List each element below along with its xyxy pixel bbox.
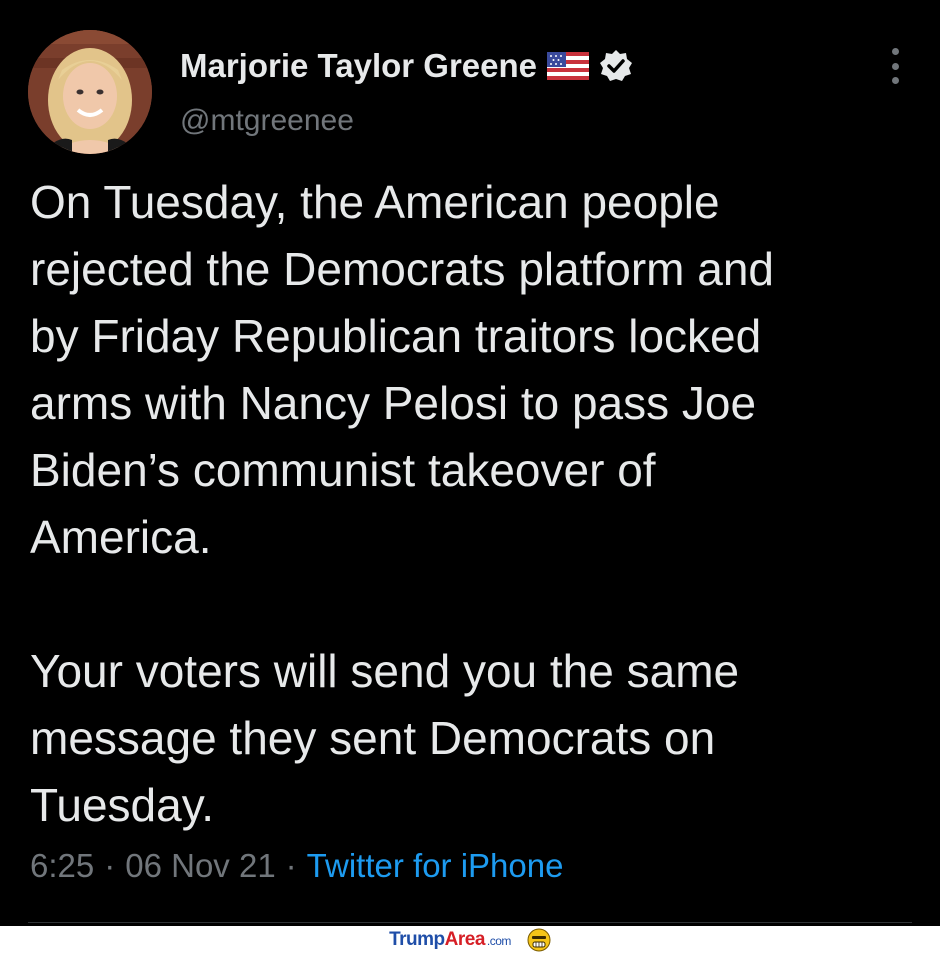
meta-separator: · (285, 847, 297, 884)
meta-separator: · (104, 847, 116, 884)
tweet-meta: 6:25 · 06 Nov 21 · Twitter for iPhone (30, 847, 563, 885)
emoji-face-icon (527, 928, 551, 951)
display-name[interactable]: Marjorie Taylor Greene (180, 47, 537, 85)
tweet-source-link[interactable]: Twitter for iPhone (307, 847, 564, 884)
user-handle[interactable]: @mtgreenee (180, 104, 354, 138)
verified-badge-icon (599, 49, 633, 83)
avatar[interactable] (28, 30, 152, 154)
tweet-body: On Tuesday, the American people rejected… (30, 169, 910, 839)
tweet-date[interactable]: 06 Nov 21 (125, 847, 275, 884)
more-vertical-icon (891, 48, 899, 55)
tweet-paragraph: On Tuesday, the American people rejected… (30, 176, 775, 563)
tweet-paragraph: Your voters will send you the same messa… (30, 645, 740, 831)
divider (28, 922, 912, 923)
author-name-row[interactable]: Marjorie Taylor Greene (180, 47, 633, 85)
watermark: TrumpArea .com (0, 926, 940, 953)
avatar-image (28, 30, 152, 154)
tweet-card: Marjorie Taylor Greene @mtgreenee On Tue… (0, 0, 940, 926)
more-options-button[interactable] (884, 48, 906, 84)
watermark-text: TrumpArea .com (389, 928, 511, 950)
tweet-time[interactable]: 6:25 (30, 847, 94, 884)
us-flag-icon (547, 50, 590, 82)
